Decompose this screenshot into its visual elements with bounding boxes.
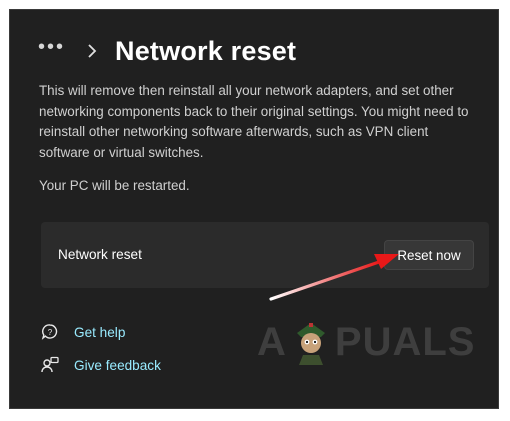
get-help-link[interactable]: ? Get help bbox=[40, 322, 125, 342]
give-feedback-label[interactable]: Give feedback bbox=[74, 358, 161, 373]
feedback-person-icon bbox=[40, 355, 60, 375]
watermark-text-right: PUALS bbox=[334, 319, 476, 364]
watermark-text-left: A bbox=[257, 319, 287, 364]
svg-text:?: ? bbox=[48, 328, 53, 337]
help-chat-icon: ? bbox=[40, 322, 60, 342]
page-title: Network reset bbox=[115, 35, 297, 66]
get-help-label[interactable]: Get help bbox=[74, 325, 125, 340]
reset-now-button[interactable]: Reset now bbox=[384, 240, 474, 270]
network-reset-label: Network reset bbox=[58, 247, 142, 262]
network-reset-card: Network reset Reset now bbox=[41, 222, 489, 288]
give-feedback-link[interactable]: Give feedback bbox=[40, 355, 161, 375]
breadcrumb: ••• Network reset bbox=[38, 28, 296, 74]
settings-window: ••• Network reset This will remove then … bbox=[9, 9, 499, 409]
restart-note: Your PC will be restarted. bbox=[39, 178, 190, 193]
chevron-right-icon bbox=[87, 44, 101, 58]
ellipsis-icon[interactable]: ••• bbox=[38, 37, 65, 57]
description-text: This will remove then reinstall all your… bbox=[39, 83, 469, 160]
appuals-watermark: A PUALS bbox=[257, 319, 475, 365]
watermark-mascot-icon bbox=[296, 323, 325, 365]
